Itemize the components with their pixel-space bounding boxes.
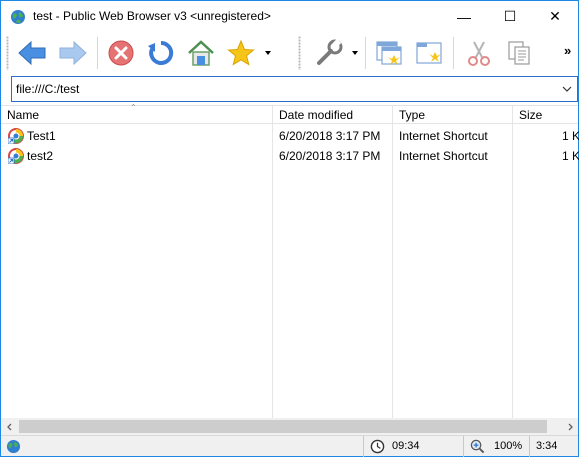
cut-button[interactable] bbox=[462, 37, 496, 69]
status-bar: 09:34 100% 3:34 bbox=[1, 435, 578, 457]
status-time-panel: 3:34 bbox=[529, 436, 578, 457]
maximize-button[interactable]: ☐ bbox=[487, 1, 533, 32]
status-zoom-panel[interactable]: 100% bbox=[463, 436, 527, 457]
zoom-icon bbox=[470, 439, 485, 454]
toolbar-separator bbox=[365, 37, 366, 69]
scissors-icon bbox=[468, 41, 490, 66]
file-date: 6/20/2018 3:17 PM bbox=[279, 149, 381, 163]
status-time-left: 09:34 bbox=[392, 440, 420, 452]
list-item[interactable]: Test1 6/20/2018 3:17 PM Internet Shortcu… bbox=[1, 126, 579, 146]
file-date: 6/20/2018 3:17 PM bbox=[279, 129, 381, 143]
star-icon bbox=[227, 39, 255, 66]
status-clock-panel: 09:34 bbox=[363, 436, 459, 457]
back-button[interactable] bbox=[15, 37, 49, 69]
forward-button[interactable] bbox=[56, 37, 90, 69]
internet-shortcut-icon bbox=[8, 128, 24, 144]
new-window-icon bbox=[376, 41, 402, 65]
minimize-button[interactable]: — bbox=[441, 1, 487, 32]
toolbar-grip[interactable] bbox=[298, 36, 301, 70]
favorites-dropdown-icon[interactable] bbox=[264, 49, 272, 57]
close-button[interactable]: ✕ bbox=[532, 1, 578, 32]
forward-arrow-icon bbox=[59, 40, 87, 66]
horizontal-scrollbar[interactable] bbox=[1, 418, 578, 435]
address-combobox[interactable] bbox=[11, 76, 578, 102]
chevron-right-icon bbox=[568, 423, 573, 430]
column-header-size[interactable]: Size bbox=[519, 108, 542, 122]
browser-window: test - Public Web Browser v3 <unregister… bbox=[0, 0, 579, 457]
scrollbar-thumb[interactable] bbox=[19, 420, 547, 433]
globe-icon bbox=[11, 10, 25, 24]
title-bar: test - Public Web Browser v3 <unregister… bbox=[1, 1, 578, 32]
toolbar-overflow-button[interactable]: » bbox=[564, 43, 571, 58]
back-arrow-icon bbox=[18, 40, 46, 66]
toolbar-separator bbox=[453, 37, 454, 69]
address-bar bbox=[1, 74, 578, 105]
status-time-right: 3:34 bbox=[536, 440, 558, 452]
internet-shortcut-icon bbox=[8, 148, 24, 164]
address-input[interactable] bbox=[16, 82, 546, 96]
file-list[interactable]: ⌃ Name Date modified Type Size Test1 6/2… bbox=[1, 103, 579, 435]
new-tab-icon bbox=[416, 42, 442, 64]
stop-button[interactable] bbox=[104, 37, 138, 69]
home-icon bbox=[188, 40, 214, 66]
globe-icon bbox=[6, 439, 21, 454]
tools-button[interactable] bbox=[312, 37, 346, 69]
file-name: Test1 bbox=[27, 129, 56, 143]
file-size: 1 K bbox=[562, 149, 579, 163]
wrench-icon bbox=[317, 39, 343, 65]
chevron-left-icon bbox=[6, 423, 11, 430]
stop-icon bbox=[108, 40, 134, 66]
scroll-left-button[interactable] bbox=[1, 418, 18, 435]
file-name: test2 bbox=[27, 149, 54, 163]
column-header-type[interactable]: Type bbox=[399, 108, 425, 122]
file-type: Internet Shortcut bbox=[399, 149, 488, 163]
copy-icon bbox=[508, 41, 530, 65]
toolbar: » bbox=[1, 32, 578, 74]
refresh-button[interactable] bbox=[144, 37, 178, 69]
new-window-button[interactable] bbox=[372, 37, 406, 69]
column-header-date[interactable]: Date modified bbox=[279, 108, 353, 122]
clock-icon bbox=[370, 439, 385, 454]
file-size: 1 K bbox=[562, 129, 579, 143]
file-type: Internet Shortcut bbox=[399, 129, 488, 143]
column-headers: ⌃ Name Date modified Type Size bbox=[1, 103, 578, 124]
favorites-button[interactable] bbox=[224, 37, 258, 69]
scroll-right-button[interactable] bbox=[561, 418, 578, 435]
chevron-down-icon[interactable] bbox=[562, 85, 572, 93]
list-item[interactable]: test2 6/20/2018 3:17 PM Internet Shortcu… bbox=[1, 146, 579, 166]
toolbar-grip[interactable] bbox=[6, 36, 9, 70]
new-tab-button[interactable] bbox=[412, 37, 446, 69]
status-zoom-level: 100% bbox=[494, 440, 523, 452]
column-header-name[interactable]: Name bbox=[7, 108, 39, 122]
copy-button[interactable] bbox=[502, 37, 536, 69]
sort-indicator-icon: ⌃ bbox=[130, 103, 137, 112]
refresh-icon bbox=[148, 40, 174, 65]
tools-dropdown-icon[interactable] bbox=[351, 49, 359, 57]
home-button[interactable] bbox=[184, 37, 218, 69]
toolbar-separator bbox=[97, 37, 98, 69]
window-title: test - Public Web Browser v3 <unregister… bbox=[33, 9, 271, 23]
